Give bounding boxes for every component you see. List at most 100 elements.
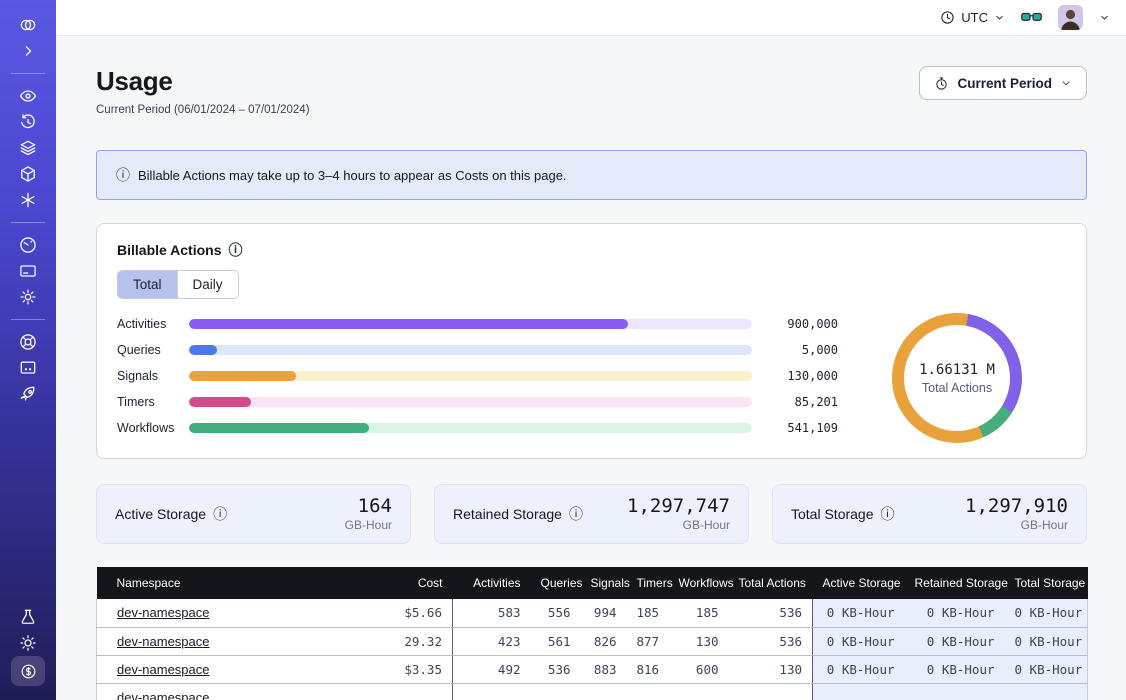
info-icon[interactable]: ⓘ (881, 507, 895, 521)
stat-label-row: Total Storage ⓘ (791, 506, 895, 522)
namespace-link[interactable]: dev-namespace (117, 634, 210, 649)
cell-signals (581, 683, 627, 700)
cell-queries: 556 (531, 599, 581, 627)
cell-total-actions (729, 683, 813, 700)
glasses-icon[interactable] (1021, 11, 1042, 25)
account-menu-chevron-icon[interactable] (1099, 12, 1110, 23)
cell-active-storage: 0 KB-Hour (813, 627, 905, 655)
donut-column: 1.66131 M Total Actions (848, 318, 1066, 443)
stat-number: 164 GB-Hour (345, 496, 392, 532)
gauge-icon[interactable] (12, 232, 44, 258)
lifebuoy-icon[interactable] (12, 329, 44, 355)
info-banner: ⓘ Billable Actions may take up to 3–4 ho… (96, 150, 1087, 200)
bar-value: 541,109 (752, 421, 838, 435)
cell-queries: 536 (531, 655, 581, 683)
cell-total-storage: 0 KB-Hour (1005, 627, 1088, 655)
page-title: Usage (96, 66, 310, 97)
flask-icon[interactable] (12, 604, 44, 630)
bar-label: Queries (117, 343, 189, 357)
cell-total-actions: 130 (729, 655, 813, 683)
layers-icon[interactable] (12, 135, 44, 161)
stat-number: 1,297,747 GB-Hour (627, 496, 730, 532)
billable-actions-header: Billable Actions ⓘ (117, 242, 1066, 258)
bar-row-activities: Activities 900,000 (117, 318, 838, 330)
period-selector-label: Current Period (957, 76, 1052, 91)
chevron-right-icon[interactable] (12, 38, 44, 64)
cell-workflows (669, 683, 729, 700)
bar-timers (189, 397, 752, 407)
eye-icon[interactable] (12, 83, 44, 109)
cell-workflows: 185 (669, 599, 729, 627)
kiosk-icon[interactable] (12, 355, 44, 381)
sun-icon[interactable] (12, 630, 44, 656)
cell-workflows: 130 (669, 627, 729, 655)
col-total-actions: Total Actions (729, 567, 813, 599)
bar-activities (189, 319, 752, 329)
bar-row-signals: Signals 130,000 (117, 370, 838, 382)
stat-value: 1,297,910 (965, 496, 1068, 518)
bar-value: 900,000 (752, 317, 838, 331)
info-banner-text: Billable Actions may take up to 3–4 hour… (138, 168, 567, 183)
app-root: UTC Usage Current Period (06/01/2024 – 0… (0, 0, 1126, 700)
table-header-row: Namespace Cost Activities Queries Signal… (97, 567, 1088, 599)
cell-retained-storage: 0 KB-Hour (905, 599, 1005, 627)
total-actions-donut: 1.66131 M Total Actions (892, 313, 1022, 443)
sidebar-divider (11, 319, 45, 320)
cell-total-storage: 0 KB-Hour (1005, 655, 1088, 683)
cell-timers (627, 683, 669, 700)
cell-activities: 583 (453, 599, 531, 627)
tab-total[interactable]: Total (118, 271, 177, 298)
dollar-coin-icon[interactable] (11, 656, 45, 686)
bar-row-workflows: Workflows 541,109 (117, 422, 838, 434)
tab-daily[interactable]: Daily (177, 271, 238, 298)
cube-icon[interactable] (12, 161, 44, 187)
timezone-selector[interactable]: UTC (940, 10, 1005, 25)
gear-icon[interactable] (12, 284, 44, 310)
cell-active-storage: 0 KB-Hour (813, 655, 905, 683)
stat-value: 164 (358, 496, 392, 518)
col-total-storage: Total Storage (1005, 567, 1088, 599)
stopwatch-icon (934, 76, 949, 91)
info-icon[interactable]: ⓘ (229, 243, 243, 257)
timezone-label: UTC (961, 10, 988, 25)
cell-cost: 29.32 (393, 627, 453, 655)
card-icon[interactable] (12, 258, 44, 284)
namespace-link[interactable]: dev-namespace (117, 690, 210, 700)
bar-value: 130,000 (752, 369, 838, 383)
page-title-block: Usage Current Period (06/01/2024 – 07/01… (96, 66, 310, 116)
bar-queries (189, 345, 752, 355)
cell-queries: 561 (531, 627, 581, 655)
cell-cost (393, 683, 453, 700)
temporal-logo-icon[interactable] (12, 12, 44, 38)
bar-signals (189, 371, 752, 381)
avatar[interactable] (1058, 5, 1083, 30)
bar-label: Timers (117, 395, 189, 409)
cell-total-storage: 0 KB-Hour (1005, 599, 1088, 627)
stat-value: 1,297,747 (627, 496, 730, 518)
namespace-link[interactable]: dev-namespace (117, 662, 210, 677)
table-row-clipped: dev-namespace (97, 683, 1088, 700)
page-content: Usage Current Period (06/01/2024 – 07/01… (56, 36, 1126, 700)
history-icon[interactable] (12, 109, 44, 135)
bar-value: 85,201 (752, 395, 838, 409)
stat-unit: GB-Hour (683, 518, 730, 532)
bar-workflows (189, 423, 752, 433)
cell-retained-storage: 0 KB-Hour (905, 627, 1005, 655)
cell-activities: 423 (453, 627, 531, 655)
stat-label-row: Retained Storage ⓘ (453, 506, 583, 522)
info-icon[interactable]: ⓘ (213, 507, 227, 521)
stat-label: Total Storage (791, 506, 874, 522)
namespace-link[interactable]: dev-namespace (117, 605, 210, 620)
period-selector-button[interactable]: Current Period (919, 66, 1087, 100)
cell-active-storage (813, 683, 905, 700)
rocket-icon[interactable] (12, 381, 44, 407)
cell-activities: 492 (453, 655, 531, 683)
col-namespace: Namespace (97, 567, 393, 599)
col-signals: Signals (581, 567, 627, 599)
billable-view-tabs: Total Daily (117, 270, 239, 299)
col-retained-storage: Retained Storage (905, 567, 1005, 599)
asterisk-icon[interactable] (12, 187, 44, 213)
bar-row-queries: Queries 5,000 (117, 344, 838, 356)
col-cost: Cost (393, 567, 453, 599)
info-icon[interactable]: ⓘ (569, 507, 583, 521)
